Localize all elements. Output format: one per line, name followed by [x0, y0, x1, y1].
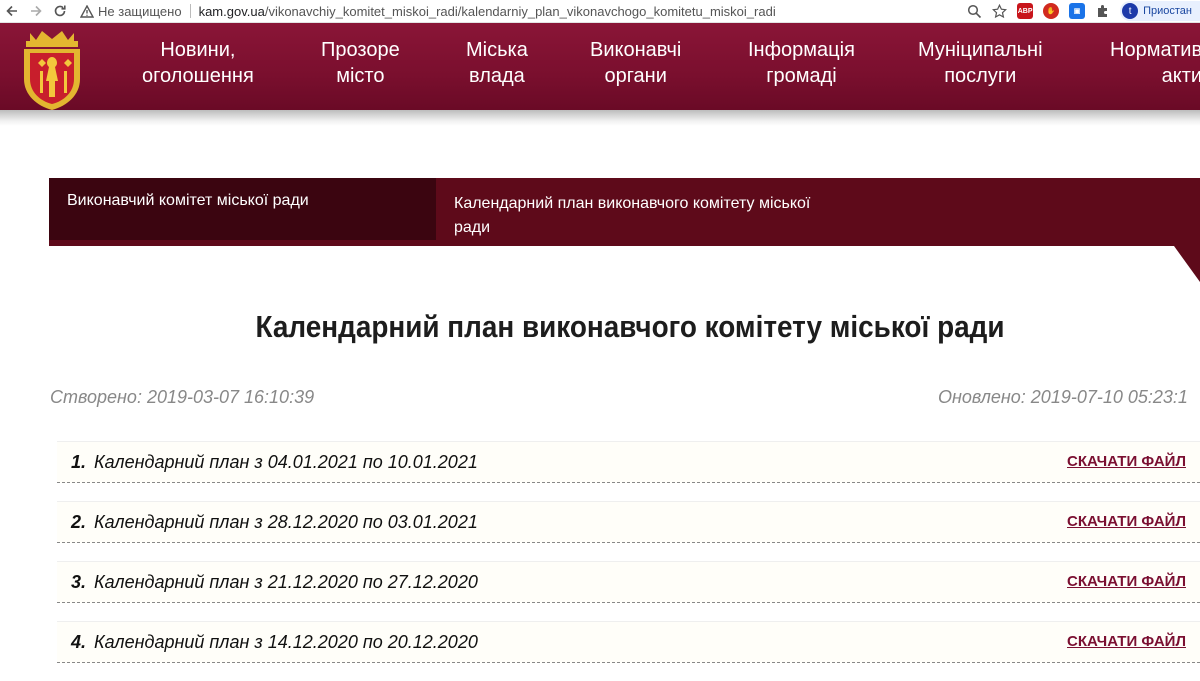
nav-item-normative-acts[interactable]: Норматив акти — [1110, 37, 1200, 89]
document-title: 2. Календарний план з 28.12.2020 по 03.01… — [71, 512, 478, 533]
extensions-area: ABP ✋ ▣ t Приостан — [967, 1, 1200, 21]
list-item: 3. Календарний план з 21.12.2020 по 27.12… — [57, 561, 1200, 603]
document-title-text: Календарний план з 14.12.2020 по 20.12.2… — [94, 632, 478, 652]
document-title-text: Календарний план з 28.12.2020 по 03.01.2… — [94, 512, 478, 532]
nav-item-label: влада — [469, 65, 525, 87]
adblock-plus-icon[interactable]: ABP — [1017, 3, 1034, 19]
page-title: Календарний план виконавчого комітету мі… — [255, 309, 1005, 344]
profile-label: Приостан — [1143, 5, 1192, 17]
document-number: 3. — [71, 572, 87, 592]
main-nav: Новини, оголошення Прозоре місто Міська … — [100, 23, 1200, 110]
puzzle-icon[interactable] — [1095, 4, 1110, 19]
nav-item-city-government[interactable]: Міська влада — [466, 37, 528, 89]
adblock-icon[interactable]: ✋ — [1043, 3, 1060, 19]
arrow-left-icon — [6, 5, 17, 17]
list-item: 2. Календарний план з 28.12.2020 по 03.01… — [57, 501, 1200, 543]
back-button[interactable] — [0, 0, 24, 22]
breadcrumb-fold — [1174, 246, 1200, 282]
nav-item-community-info[interactable]: Інформація громаді — [748, 37, 855, 89]
document-title-text: Календарний план з 04.01.2021 по 10.01.2… — [94, 452, 478, 472]
breadcrumb-item-current: Календарний план виконавчого комітету мі… — [454, 195, 811, 236]
url-divider — [189, 4, 191, 18]
document-number: 1. — [71, 452, 87, 472]
warning-icon — [80, 4, 94, 18]
nav-item-label: громаді — [766, 65, 837, 87]
nav-item-transparent-city[interactable]: Прозоре місто — [321, 37, 400, 89]
star-icon[interactable] — [992, 3, 1008, 19]
download-file-link[interactable]: СКАЧАТИ ФАЙЛ — [1067, 633, 1186, 650]
document-list: 1. Календарний план з 04.01.2021 по 10.01… — [57, 441, 1200, 681]
browser-toolbar: Не защищено kam.gov.ua/vikonavchiy_komit… — [0, 0, 1200, 23]
profile-button[interactable]: t Приостан — [1120, 1, 1200, 21]
nav-item-label: Прозоре — [321, 39, 400, 61]
document-number: 4. — [71, 632, 87, 652]
document-title: 4. Календарний план з 14.12.2020 по 20.12… — [71, 632, 478, 653]
extension-blue-icon[interactable]: ▣ — [1069, 3, 1086, 19]
created-date: Створено: 2019-03-07 16:10:39 — [50, 387, 315, 407]
header-shadow — [0, 110, 1200, 126]
nav-item-label: місто — [336, 65, 385, 87]
url-text[interactable]: kam.gov.ua/vikonavchiy_komitet_miskoi_ra… — [199, 4, 776, 19]
security-label: Не защищено — [98, 3, 182, 19]
download-file-link[interactable]: СКАЧАТИ ФАЙЛ — [1067, 573, 1186, 590]
nav-item-label: Муніципальні — [918, 39, 1043, 61]
document-number: 2. — [71, 512, 87, 532]
nav-item-executive-bodies[interactable]: Виконавчі органи — [590, 37, 681, 89]
zoom-icon[interactable] — [967, 4, 982, 19]
updated-date: Оновлено: 2019-07-10 05:23:1 — [938, 387, 1188, 407]
document-title-text: Календарний план з 21.12.2020 по 27.12.2… — [94, 572, 478, 592]
document-title: 1. Календарний план з 04.01.2021 по 10.01… — [71, 452, 478, 473]
list-item: 4. Календарний план з 14.12.2020 по 20.12… — [57, 621, 1200, 663]
nav-item-label: органи — [604, 65, 667, 87]
url-host: kam.gov.ua — [198, 3, 265, 19]
nav-item-label: Норматив — [1110, 39, 1200, 61]
nav-item-label: Міська — [466, 39, 528, 61]
site-header: Новини, оголошення Прозоре місто Міська … — [0, 23, 1200, 110]
breadcrumb-item-executive-committee[interactable]: Виконавчий комітет міської ради — [49, 178, 436, 246]
breadcrumb: Виконавчий комітет міської ради Календар… — [49, 178, 1200, 246]
nav-item-label: послуги — [944, 65, 1017, 87]
download-file-link[interactable]: СКАЧАТИ ФАЙЛ — [1067, 513, 1186, 530]
arrow-right-icon — [31, 5, 42, 17]
nav-item-label: акти — [1161, 65, 1200, 87]
city-coat-of-arms-icon[interactable] — [14, 27, 90, 113]
breadcrumb-label: Виконавчий комітет міської ради — [67, 192, 309, 209]
document-title: 3. Календарний план з 21.12.2020 по 27.12… — [71, 572, 478, 593]
forward-button[interactable] — [24, 0, 48, 22]
nav-item-label: оголошення — [142, 65, 254, 87]
nav-item-municipal-services[interactable]: Муніципальні послуги — [918, 37, 1043, 89]
address-bar[interactable]: Не защищено kam.gov.ua/vikonavchiy_komit… — [80, 0, 967, 22]
nav-item-label: Інформація — [748, 39, 855, 61]
nav-item-label: Новини, — [160, 39, 236, 61]
reload-icon — [54, 5, 66, 17]
nav-item-label: Виконавчі — [590, 39, 682, 61]
avatar: t — [1122, 3, 1139, 19]
security-indicator[interactable]: Не защищено — [80, 4, 182, 19]
nav-item-news[interactable]: Новини, оголошення — [142, 37, 254, 89]
list-item: 1. Календарний план з 04.01.2021 по 10.01… — [57, 441, 1200, 483]
download-file-link[interactable]: СКАЧАТИ ФАЙЛ — [1067, 453, 1186, 470]
reload-button[interactable] — [48, 0, 72, 22]
url-path: /vikonavchiy_komitet_miskoi_radi/kalenda… — [264, 3, 776, 19]
